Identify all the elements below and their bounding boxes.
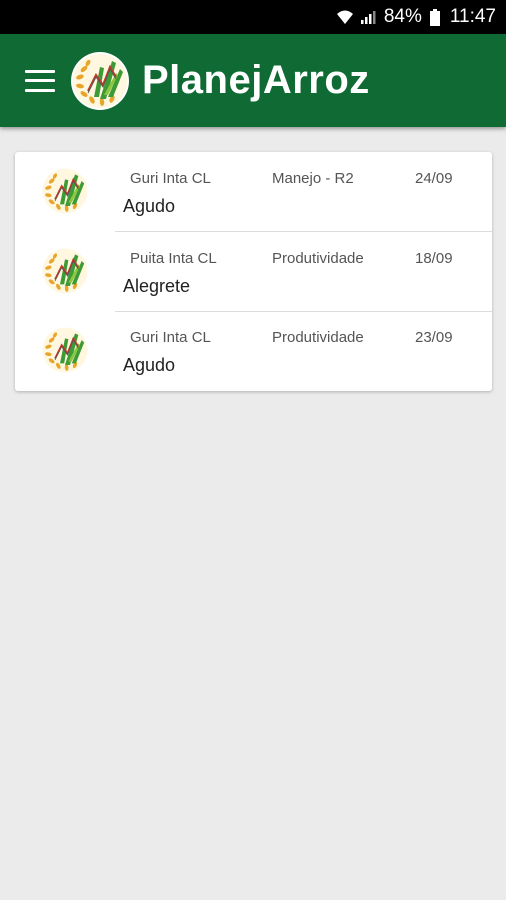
item-variety: Guri Inta CL [130, 170, 211, 187]
signal-icon [360, 9, 376, 25]
battery-percent: 84% [383, 6, 422, 27]
list-item[interactable]: Guri Inta CL Produtividade 23/09 Agudo [15, 311, 492, 391]
wifi-icon [336, 9, 354, 25]
item-city: Agudo [123, 196, 176, 216]
item-type: Produtividade [272, 250, 364, 267]
item-city: Alegrete [123, 276, 191, 296]
item-type: Produtividade [272, 329, 364, 346]
planejarroz-logo-icon [70, 51, 130, 111]
item-date: 23/09 [415, 329, 453, 346]
item-date: 24/09 [415, 170, 453, 187]
item-type: Manejo - R2 [272, 170, 354, 187]
clock: 11:47 [449, 6, 496, 27]
item-city: Agudo [123, 355, 176, 375]
planejarroz-logo-icon [40, 325, 90, 375]
list-item[interactable]: Puita Inta CL Produtividade 18/09 Alegre… [15, 232, 492, 312]
app-bar: PlanejArroz [0, 34, 506, 127]
planejarroz-logo-icon [40, 246, 90, 296]
battery-icon [429, 8, 440, 26]
status-bar: 84% 11:47 [0, 0, 506, 34]
app-title: PlanejArroz [142, 58, 370, 102]
item-variety: Puita Inta CL [130, 250, 217, 267]
list-item[interactable]: Guri Inta CL Manejo - R2 24/09 Agudo [15, 152, 492, 232]
planejarroz-logo-icon [40, 166, 90, 216]
item-variety: Guri Inta CL [130, 329, 211, 346]
item-date: 18/09 [415, 250, 453, 267]
records-card: Guri Inta CL Manejo - R2 24/09 Agudo Pui… [15, 152, 492, 391]
hamburger-menu-icon[interactable] [25, 69, 55, 92]
